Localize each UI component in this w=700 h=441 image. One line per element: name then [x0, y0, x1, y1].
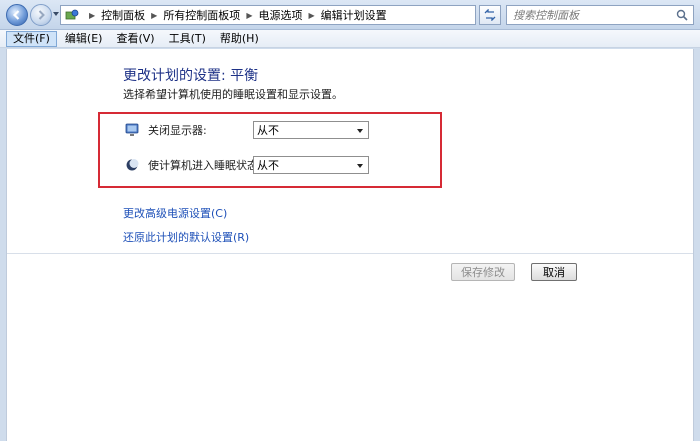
chevron-down-icon [357, 129, 363, 133]
search-box[interactable] [506, 5, 694, 25]
cancel-button[interactable]: 取消 [531, 263, 577, 281]
select-value: 从不 [257, 124, 279, 137]
page-title: 更改计划的设置: 平衡 [123, 68, 259, 84]
select-value: 从不 [257, 159, 279, 172]
menu-view[interactable]: 查看(V) [110, 31, 160, 47]
page-subtitle: 选择希望计算机使用的睡眠设置和显示设置。 [123, 88, 343, 101]
chevron-right-icon: ▶ [308, 10, 315, 20]
menu-tools[interactable]: 工具(T) [163, 31, 212, 47]
restore-defaults-link[interactable]: 还原此计划的默认设置(R) [123, 229, 249, 245]
breadcrumb-item[interactable]: 编辑计划设置 [321, 7, 387, 23]
setting-label: 使计算机进入睡眠状态: [148, 159, 262, 172]
sleep-moon-icon [125, 158, 139, 172]
control-panel-icon [65, 9, 79, 22]
setting-sleep: 使计算机进入睡眠状态: [125, 156, 262, 174]
save-button[interactable]: 保存修改 [451, 263, 515, 281]
chevron-right-icon: ▶ [151, 10, 158, 20]
menu-edit[interactable]: 编辑(E) [59, 31, 109, 47]
chevron-down-icon [357, 164, 363, 168]
refresh-icon [484, 9, 496, 21]
back-button[interactable] [6, 4, 28, 26]
forward-button[interactable] [30, 4, 52, 26]
divider [7, 253, 693, 254]
breadcrumb-item[interactable]: 所有控制面板项 [163, 7, 240, 23]
sleep-select[interactable]: 从不 [253, 156, 369, 174]
arrow-right-icon [38, 10, 45, 20]
display-off-select[interactable]: 从不 [253, 121, 369, 139]
breadcrumb-item[interactable]: 电源选项 [258, 7, 302, 23]
search-icon[interactable] [676, 9, 688, 21]
setting-display-off: 关闭显示器: [125, 121, 207, 139]
chevron-right-icon: ▶ [89, 10, 96, 20]
setting-label: 关闭显示器: [148, 124, 207, 137]
address-bar: ▶ 控制面板 ▶ 所有控制面板项 ▶ 电源选项 ▶ 编辑计划设置 [0, 0, 700, 30]
menu-file[interactable]: 文件(F) [6, 30, 57, 47]
menu-bar: 文件(F) 编辑(E) 查看(V) 工具(T) 帮助(H) [0, 30, 700, 48]
advanced-power-settings-link[interactable]: 更改高级电源设置(C) [123, 205, 227, 221]
main-content: 更改计划的设置: 平衡 选择希望计算机使用的睡眠设置和显示设置。 关闭显示器: … [6, 49, 694, 441]
breadcrumb-item[interactable]: 控制面板 [101, 7, 145, 23]
monitor-icon [125, 123, 139, 137]
chevron-right-icon: ▶ [246, 10, 253, 20]
breadcrumb[interactable]: ▶ 控制面板 ▶ 所有控制面板项 ▶ 电源选项 ▶ 编辑计划设置 [60, 5, 532, 25]
search-input[interactable] [513, 8, 673, 22]
window-frame-right [694, 49, 700, 441]
menu-help[interactable]: 帮助(H) [214, 31, 265, 47]
recent-pages-dropdown[interactable] [53, 12, 59, 16]
refresh-button[interactable] [479, 5, 501, 25]
arrow-left-icon [12, 10, 20, 20]
